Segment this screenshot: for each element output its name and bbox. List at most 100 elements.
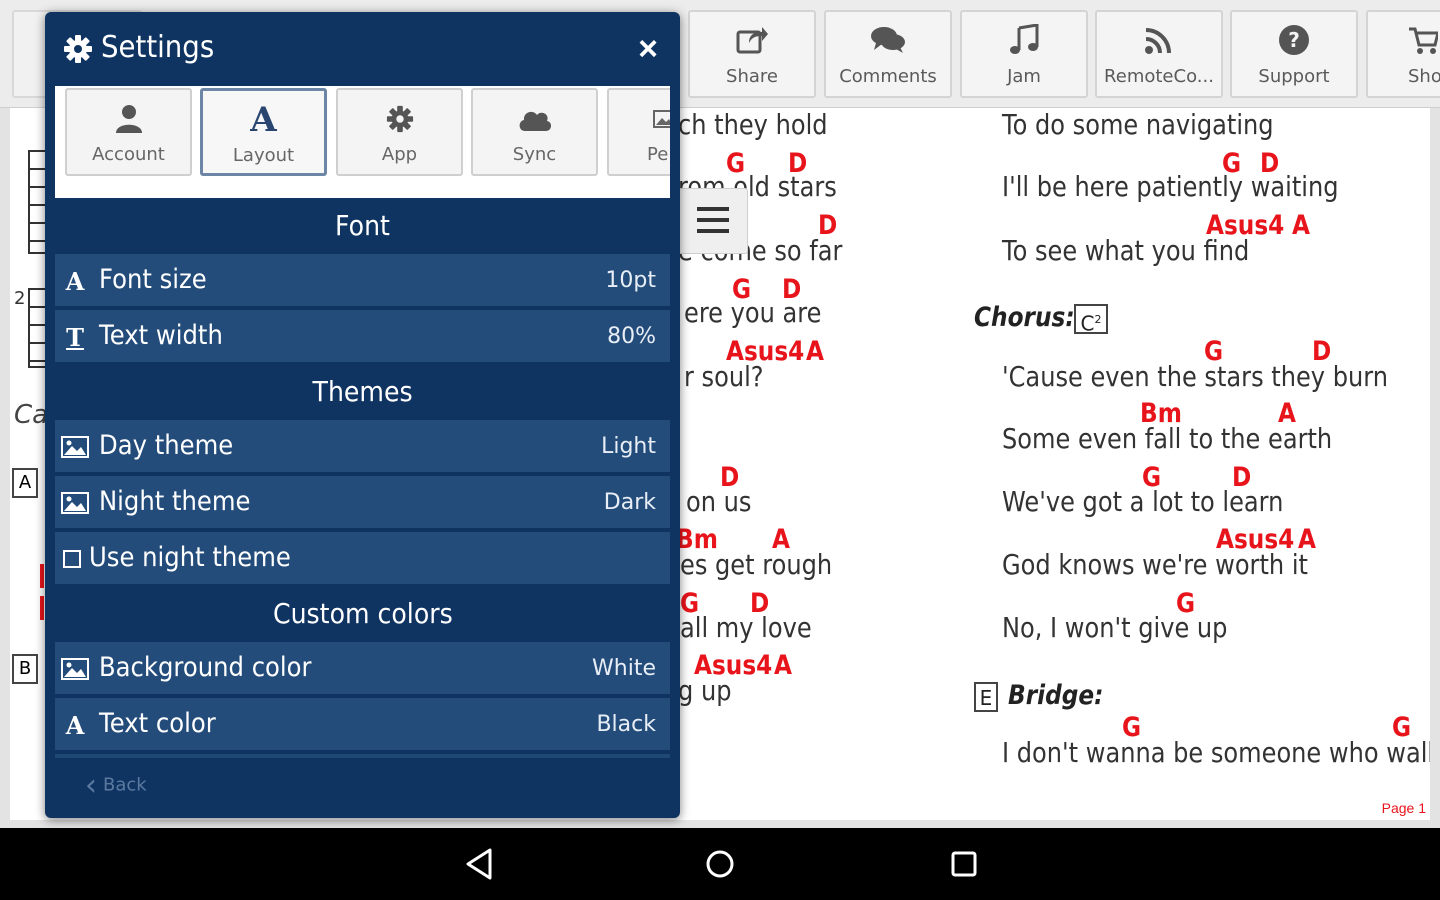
- background-color-label: Background color: [99, 652, 312, 683]
- chord-marker: [40, 564, 44, 588]
- settings-header: Settings ×: [45, 12, 680, 86]
- android-nav-bar: [0, 828, 1440, 900]
- text-width-icon: T: [66, 322, 84, 352]
- night-theme-value: Dark: [603, 490, 656, 515]
- bridge-box: E: [974, 682, 998, 712]
- tab-sync-label: Sync: [512, 144, 557, 165]
- font-size-icon: A: [65, 266, 85, 296]
- chord: A: [774, 650, 792, 681]
- use-night-theme-row[interactable]: Use night theme: [55, 532, 670, 586]
- font-a-icon: A: [65, 710, 85, 740]
- lyric-line: ch they hold: [678, 108, 828, 141]
- shop-button[interactable]: Sho: [1366, 10, 1440, 98]
- svg-text:?: ?: [1288, 28, 1300, 52]
- tab-layout[interactable]: A Layout: [200, 88, 327, 176]
- shop-label: Sho: [1408, 66, 1440, 87]
- settings-panel: Settings × Account A Layout App Sync Pe …: [45, 12, 680, 818]
- settings-tabs: Account A Layout App Sync Pe: [55, 86, 670, 198]
- tab-app[interactable]: App: [336, 88, 463, 176]
- chorus-label: Chorus:: [974, 302, 1075, 333]
- text-width-row[interactable]: T Text width 80%: [55, 310, 670, 364]
- background-color-row[interactable]: Background color White: [55, 642, 670, 696]
- bridge-label: Bridge:: [1008, 680, 1104, 711]
- image-icon: [61, 434, 89, 460]
- image-icon: [61, 656, 89, 682]
- checkbox-icon[interactable]: [61, 546, 83, 572]
- cart-icon: [1368, 22, 1440, 58]
- settings-title: Settings: [101, 30, 215, 65]
- text-color-label: Text color: [99, 708, 216, 739]
- diagram-fret-number: 2: [14, 288, 26, 309]
- lyric-line: To see what you find: [1002, 234, 1250, 267]
- share-icon: [690, 22, 814, 58]
- image-icon: [61, 490, 89, 516]
- tab-pe-label: Pe: [647, 144, 669, 165]
- lyric-line: I'll be here patiently waiting: [1002, 170, 1339, 203]
- comments-label: Comments: [839, 66, 937, 87]
- font-size-value: 10pt: [605, 268, 656, 293]
- nav-back-icon[interactable]: [460, 846, 500, 882]
- font-size-label: Font size: [99, 264, 207, 295]
- font-a-icon: A: [250, 100, 277, 140]
- tab-layout-label: Layout: [232, 145, 295, 166]
- gear-icon: [63, 34, 93, 64]
- rss-icon: [1097, 22, 1221, 58]
- tab-sync[interactable]: Sync: [471, 88, 598, 176]
- section-box-a: A: [12, 468, 38, 498]
- lyric-line: No, I won't give up: [1002, 611, 1228, 644]
- image-icon: [609, 100, 670, 138]
- chorus-box: C2: [1074, 304, 1108, 336]
- chord: A: [806, 336, 824, 367]
- section-header-font: Font: [55, 198, 670, 254]
- section-header-themes-text: Themes: [312, 375, 413, 408]
- share-label: Share: [726, 66, 778, 87]
- tab-account[interactable]: Account: [65, 88, 192, 176]
- night-theme-label: Night theme: [99, 486, 251, 517]
- lyric-line: g up: [678, 674, 732, 707]
- nav-home-icon[interactable]: [700, 846, 740, 882]
- support-button[interactable]: ? Support: [1230, 10, 1358, 98]
- share-button[interactable]: Share: [688, 10, 816, 98]
- menu-button[interactable]: [674, 188, 748, 254]
- lyric-line: We've got a lot to learn: [1002, 485, 1284, 518]
- nav-recents-icon[interactable]: [944, 846, 984, 882]
- font-size-row[interactable]: A Font size 10pt: [55, 254, 670, 308]
- tab-pe[interactable]: Pe: [607, 88, 670, 176]
- hamburger-icon: [697, 218, 729, 222]
- text-width-value: 80%: [607, 324, 656, 349]
- user-icon: [67, 100, 190, 138]
- page-number: Page 1: [1381, 800, 1426, 816]
- chorus-box-letter: C: [1080, 311, 1095, 336]
- hamburger-icon: [697, 207, 729, 211]
- chord: A: [1292, 210, 1310, 241]
- lyric-line: Some even fall to the earth: [1002, 422, 1333, 455]
- chevron-left-icon: ‹: [85, 768, 97, 803]
- back-button[interactable]: ‹ Back: [85, 768, 147, 803]
- close-icon[interactable]: ×: [633, 32, 663, 66]
- use-night-theme-label: Use night theme: [89, 542, 291, 573]
- night-theme-row[interactable]: Night theme Dark: [55, 476, 670, 530]
- background-color-value: White: [592, 656, 656, 681]
- chord-marker: [40, 596, 44, 620]
- section-header-font-text: Font: [335, 209, 390, 242]
- text-color-row[interactable]: A Text color Black: [55, 698, 670, 752]
- text-color-value: Black: [596, 712, 656, 737]
- lyric-line: es get rough: [680, 548, 833, 581]
- remote-control-label: RemoteCo...: [1104, 66, 1214, 87]
- question-icon: ?: [1232, 22, 1356, 58]
- side-text: Ca: [14, 400, 49, 430]
- lyric-line: I don't wanna be someone who walks: [1002, 736, 1430, 769]
- remote-control-button[interactable]: RemoteCo...: [1095, 10, 1223, 98]
- list-item-clipped[interactable]: [55, 754, 670, 758]
- comments-button[interactable]: Comments: [824, 10, 952, 98]
- lyric-line: To do some navigating: [1002, 108, 1274, 141]
- lyric-line: r soul?: [684, 360, 764, 393]
- day-theme-row[interactable]: Day theme Light: [55, 420, 670, 474]
- comments-icon: [826, 22, 950, 58]
- section-box-b: B: [12, 654, 38, 684]
- jam-button[interactable]: Jam: [960, 10, 1088, 98]
- lyric-line: all my love: [680, 611, 812, 644]
- section-header-custom-colors: Custom colors: [55, 586, 670, 642]
- day-theme-label: Day theme: [99, 430, 234, 461]
- back-label: Back: [103, 774, 147, 796]
